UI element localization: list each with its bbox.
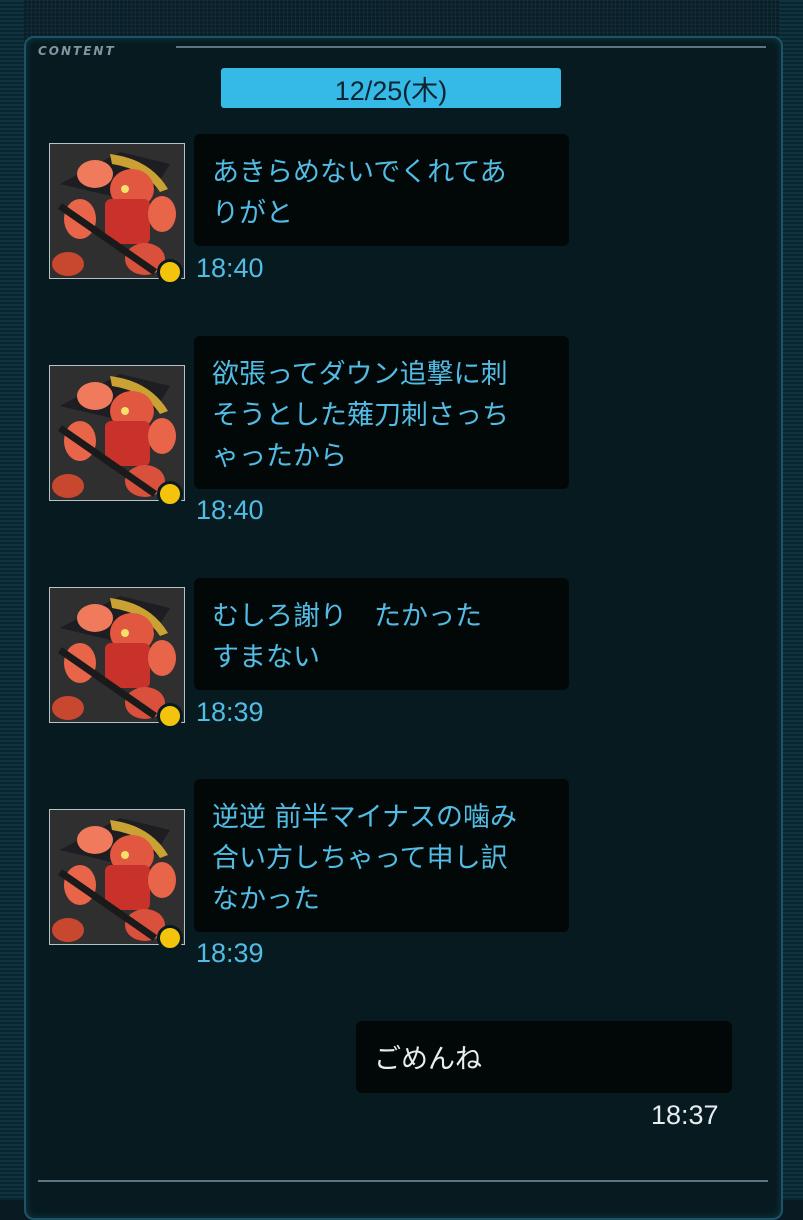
message-time: 18:40	[196, 495, 264, 525]
date-badge: 12/25(木)	[221, 68, 561, 108]
message-bubble-self: ごめんね	[356, 1021, 732, 1093]
message-bubble: むしろ謝り たかった すまない	[194, 578, 569, 690]
panel-header-label: CONTENT	[38, 44, 116, 58]
online-status-dot	[157, 481, 183, 507]
message-bubble: 欲張ってダウン追撃に刺 そうとした薙刀刺さっち ゃったから	[194, 336, 569, 489]
online-status-dot	[157, 703, 183, 729]
online-status-dot	[157, 925, 183, 951]
panel-header-divider	[176, 46, 766, 48]
message-time: 18:40	[196, 253, 264, 283]
robot-avatar-image[interactable]	[49, 143, 185, 279]
panel-header: CONTENT	[38, 42, 116, 60]
screen-background: CONTENT 12/25(木) あきらめないでくれてあ りがと 18:40 欲…	[0, 0, 803, 1220]
avatar-illustration	[50, 810, 184, 944]
panel-footer-divider	[38, 1180, 768, 1182]
online-status-dot	[157, 259, 183, 285]
content-panel: CONTENT 12/25(木) あきらめないでくれてあ りがと 18:40 欲…	[24, 36, 783, 1220]
message-time: 18:39	[196, 697, 264, 727]
robot-avatar-image[interactable]	[49, 587, 185, 723]
message-bubble: あきらめないでくれてあ りがと	[194, 134, 569, 246]
avatar-illustration	[50, 366, 184, 500]
avatar-illustration	[50, 588, 184, 722]
left-frame-decoration	[0, 0, 24, 1200]
robot-avatar-image[interactable]	[49, 365, 185, 501]
message-time: 18:39	[196, 938, 264, 968]
avatar-illustration	[50, 144, 184, 278]
message-bubble: 逆逆 前半マイナスの噛み 合い方しちゃって申し訳 なかった	[194, 779, 569, 932]
robot-avatar-image[interactable]	[49, 809, 185, 945]
message-time-self: 18:37	[651, 1100, 719, 1130]
